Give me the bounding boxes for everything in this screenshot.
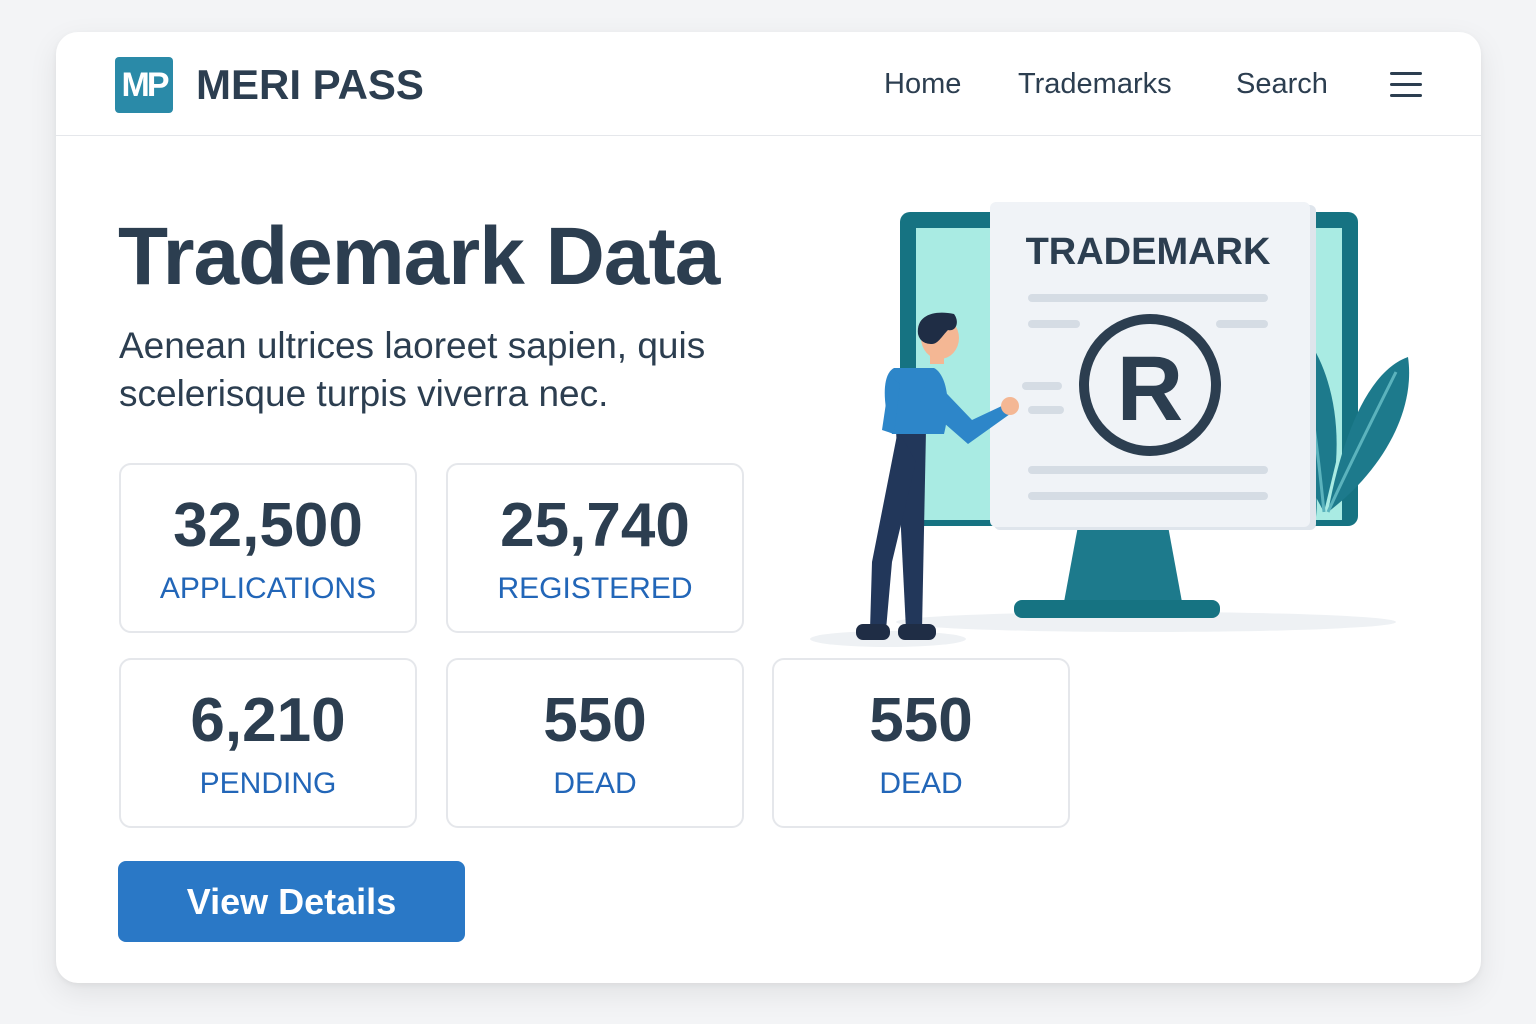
view-details-button[interactable]: View Details	[118, 861, 465, 942]
stat-card-pending: 6,210 PENDING	[119, 658, 417, 828]
registered-letter: R	[1117, 338, 1183, 440]
stat-label: DEAD	[553, 767, 637, 800]
stat-label: DEAD	[879, 767, 963, 800]
stat-label: REGISTERED	[497, 572, 693, 605]
stat-value: 25,740	[500, 491, 690, 560]
page-subtitle: Aenean ultrices laoreet sapien, quis sce…	[119, 325, 706, 414]
trademark-document: TRADEMARK R	[990, 202, 1316, 530]
nav-search[interactable]: Search	[1236, 66, 1328, 102]
nav-home[interactable]: Home	[884, 66, 961, 102]
stat-card-dead-2: 550 DEAD	[772, 658, 1070, 828]
hamburger-menu-icon[interactable]	[1390, 72, 1422, 98]
stat-value: 6,210	[190, 686, 346, 755]
stat-card-dead: 550 DEAD	[446, 658, 744, 828]
stat-card-applications: 32,500 APPLICATIONS	[119, 463, 417, 633]
brand-name[interactable]: MERI PASS	[196, 60, 424, 110]
main-card: MP MERI PASS Home Trademarks Search Trad…	[56, 32, 1481, 983]
trademark-illustration: TRADEMARK R	[810, 202, 1410, 647]
stat-value: 550	[543, 686, 647, 755]
logo[interactable]: MP	[115, 57, 173, 113]
stat-value: 550	[869, 686, 973, 755]
document-heading: TRADEMARK	[1026, 231, 1271, 273]
stat-value: 32,500	[173, 491, 363, 560]
nav-trademarks[interactable]: Trademarks	[1018, 66, 1172, 102]
stat-card-registered: 25,740 REGISTERED	[446, 463, 744, 633]
stat-label: APPLICATIONS	[159, 572, 377, 605]
stat-label: PENDING	[199, 767, 337, 800]
header: MP MERI PASS Home Trademarks Search	[56, 32, 1481, 136]
page-title: Trademark Data	[118, 211, 720, 302]
